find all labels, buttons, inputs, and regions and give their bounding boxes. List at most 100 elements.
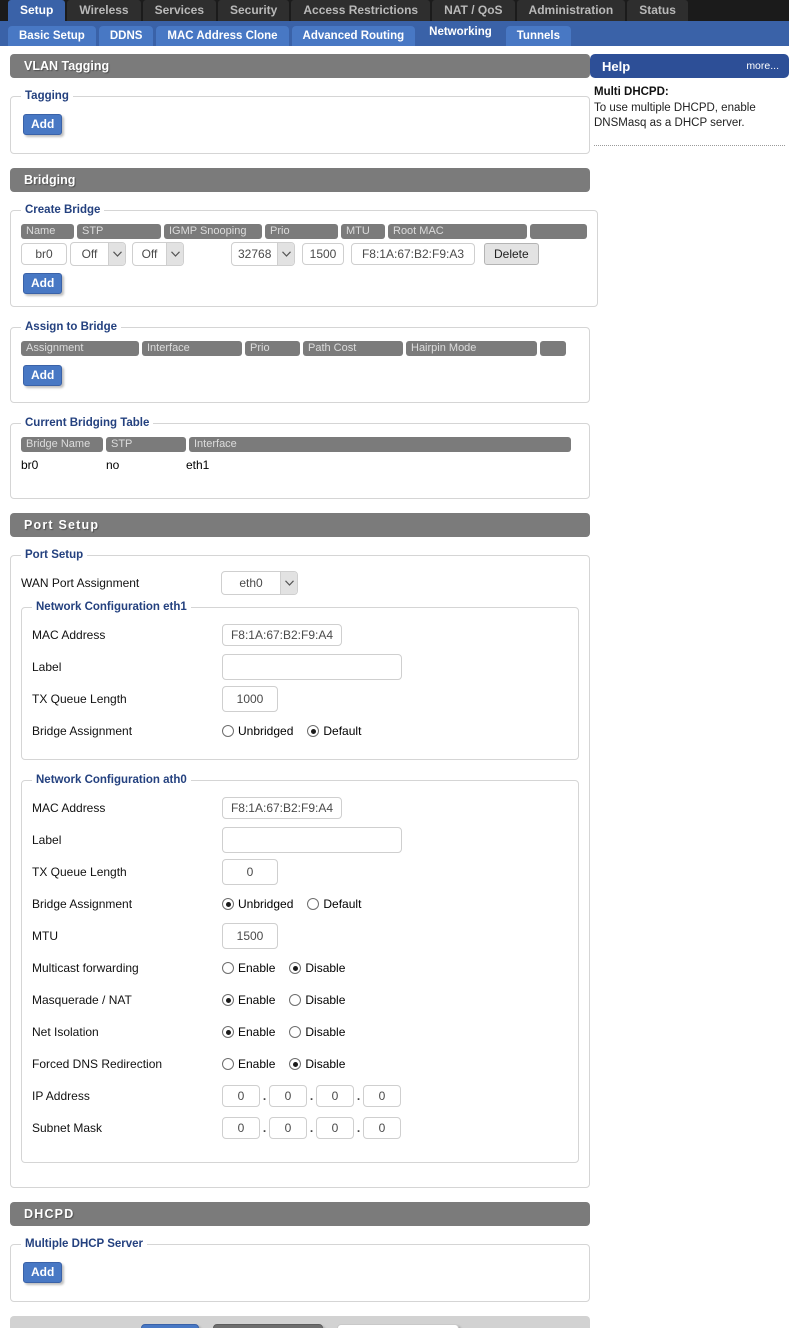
subnet-octet-3[interactable]	[316, 1117, 354, 1139]
header-stp: STP	[77, 224, 161, 239]
tagging-legend: Tagging	[21, 90, 73, 102]
ath0-multicast-enable-option[interactable]: Enable	[222, 961, 275, 975]
radio-icon	[222, 898, 234, 910]
ath0-ip-address-row: IP Address . . .	[32, 1082, 568, 1110]
subtab-advanced-routing[interactable]: Advanced Routing	[292, 26, 416, 46]
wan-port-assignment-label: WAN Port Assignment	[21, 576, 221, 590]
bridge-delete-button[interactable]: Delete	[484, 243, 539, 265]
eth1-bridge-assignment-row: Bridge Assignment Unbridged Default	[32, 717, 568, 745]
radio-icon	[222, 725, 234, 737]
radio-icon	[289, 962, 301, 974]
wan-port-assignment-value: eth0	[222, 576, 280, 590]
radio-icon	[289, 994, 301, 1006]
network-config-eth1-fieldset: Network Configuration eth1 MAC Address L…	[21, 601, 579, 760]
chevron-down-icon	[108, 243, 125, 265]
cell-bridge-name: br0	[21, 458, 106, 472]
ath0-bridge-unbridged-option[interactable]: Unbridged	[222, 897, 293, 911]
eth1-txqueue-row: TX Queue Length	[32, 685, 568, 713]
ath0-forced-dns-disable-option[interactable]: Disable	[289, 1057, 345, 1071]
tagging-add-button[interactable]: Add	[23, 114, 62, 135]
assign-to-bridge-header-row: Assignment Interface Prio Path Cost Hair…	[21, 341, 579, 356]
bridge-mtu-input[interactable]	[302, 243, 344, 265]
bridge-root-mac-input[interactable]	[351, 243, 475, 265]
nav-tab-nat-qos[interactable]: NAT / QoS	[432, 0, 514, 21]
wan-port-assignment-select[interactable]: eth0	[221, 571, 298, 595]
network-config-ath0-fieldset: Network Configuration ath0 MAC Address L…	[21, 774, 579, 1163]
ath0-multicast-disable-option[interactable]: Disable	[289, 961, 345, 975]
section-title-vlan-tagging: VLAN Tagging	[10, 54, 590, 78]
eth1-label-input[interactable]	[222, 654, 402, 680]
help-more-link[interactable]: more...	[746, 60, 779, 72]
help-heading: Multi DHCPD:	[594, 86, 785, 98]
ath0-ip-address-label: IP Address	[32, 1089, 222, 1103]
ath0-txqueue-row: TX Queue Length	[32, 858, 568, 886]
eth1-bridge-default-option[interactable]: Default	[307, 724, 361, 738]
eth1-mac-input[interactable]	[222, 624, 342, 646]
save-button[interactable]: Save	[141, 1324, 200, 1328]
ath0-masquerade-disable-label: Disable	[305, 993, 345, 1007]
nav-tab-access-restrictions[interactable]: Access Restrictions	[291, 0, 430, 21]
ath0-multicast-row: Multicast forwarding Enable Disable	[32, 954, 568, 982]
help-divider	[594, 145, 785, 146]
assign-to-bridge-legend: Assign to Bridge	[21, 321, 121, 333]
subtab-networking[interactable]: Networking	[418, 21, 503, 46]
bridge-igmp-select[interactable]: Off	[132, 242, 184, 266]
bridge-name-input[interactable]	[21, 243, 67, 265]
nav-tab-wireless[interactable]: Wireless	[67, 0, 140, 21]
ath0-forced-dns-enable-option[interactable]: Enable	[222, 1057, 275, 1071]
header-actions	[540, 341, 566, 356]
eth1-bridge-unbridged-option[interactable]: Unbridged	[222, 724, 293, 738]
subtab-mac-address-clone[interactable]: MAC Address Clone	[156, 26, 288, 46]
bridge-prio-select[interactable]: 32768	[231, 242, 295, 266]
ath0-masquerade-disable-option[interactable]: Disable	[289, 993, 345, 1007]
port-setup-fieldset: Port Setup WAN Port Assignment eth0	[10, 549, 590, 1188]
nav-tab-administration[interactable]: Administration	[517, 0, 626, 21]
ath0-txqueue-input[interactable]	[222, 859, 278, 885]
nav-tab-services[interactable]: Services	[143, 0, 216, 21]
eth1-txqueue-input[interactable]	[222, 686, 278, 712]
cancel-changes-button[interactable]: Cancel Changes	[337, 1324, 459, 1328]
subtab-tunnels[interactable]: Tunnels	[506, 26, 571, 46]
main-content: VLAN Tagging Tagging Add Bridging Create…	[0, 54, 590, 1328]
ath0-masquerade-enable-label: Enable	[238, 993, 275, 1007]
ath0-multicast-label: Multicast forwarding	[32, 961, 222, 975]
subtab-basic-setup[interactable]: Basic Setup	[8, 26, 96, 46]
ath0-label-input[interactable]	[222, 827, 402, 853]
subnet-octet-4[interactable]	[363, 1117, 401, 1139]
ip-octet-4[interactable]	[363, 1085, 401, 1107]
help-text: To use multiple DHCPD, enable DNSMasq as…	[594, 101, 785, 131]
ath0-mac-input[interactable]	[222, 797, 342, 819]
current-bridging-header-row: Bridge Name STP Interface	[21, 437, 579, 452]
multiple-dhcp-server-legend: Multiple DHCP Server	[21, 1238, 147, 1250]
ath0-net-isolation-enable-option[interactable]: Enable	[222, 1025, 275, 1039]
ath0-net-isolation-disable-option[interactable]: Disable	[289, 1025, 345, 1039]
ath0-net-isolation-label: Net Isolation	[32, 1025, 222, 1039]
ath0-masquerade-enable-option[interactable]: Enable	[222, 993, 275, 1007]
ip-octet-1[interactable]	[222, 1085, 260, 1107]
nav-tab-security[interactable]: Security	[218, 0, 289, 21]
help-title: Help	[602, 59, 630, 74]
ip-octet-3[interactable]	[316, 1085, 354, 1107]
header-prio: Prio	[245, 341, 300, 356]
multiple-dhcp-server-fieldset: Multiple DHCP Server Add	[10, 1238, 590, 1302]
section-title-bridging: Bridging	[10, 168, 590, 192]
ip-octet-2[interactable]	[269, 1085, 307, 1107]
nav-tab-status[interactable]: Status	[627, 0, 688, 21]
help-body: Multi DHCPD: To use multiple DHCPD, enab…	[590, 78, 789, 146]
assign-to-bridge-add-button[interactable]: Add	[23, 365, 62, 386]
bridge-stp-select[interactable]: Off	[70, 242, 126, 266]
apply-settings-button[interactable]: Apply Settings	[213, 1324, 323, 1328]
port-setup-legend: Port Setup	[21, 549, 87, 561]
ath0-bridge-default-option[interactable]: Default	[307, 897, 361, 911]
nav-tab-setup[interactable]: Setup	[8, 0, 65, 21]
dhcpd-add-button[interactable]: Add	[23, 1262, 62, 1283]
bridge-igmp-value: Off	[133, 247, 166, 261]
radio-icon	[307, 898, 319, 910]
subnet-octet-1[interactable]	[222, 1117, 260, 1139]
ath0-mtu-input[interactable]	[222, 923, 278, 949]
create-bridge-header-row: Name STP IGMP Snooping Prio MTU Root MAC	[21, 224, 587, 239]
subnet-octet-2[interactable]	[269, 1117, 307, 1139]
header-actions	[530, 224, 587, 239]
create-bridge-add-button[interactable]: Add	[23, 273, 62, 294]
subtab-ddns[interactable]: DDNS	[99, 26, 154, 46]
